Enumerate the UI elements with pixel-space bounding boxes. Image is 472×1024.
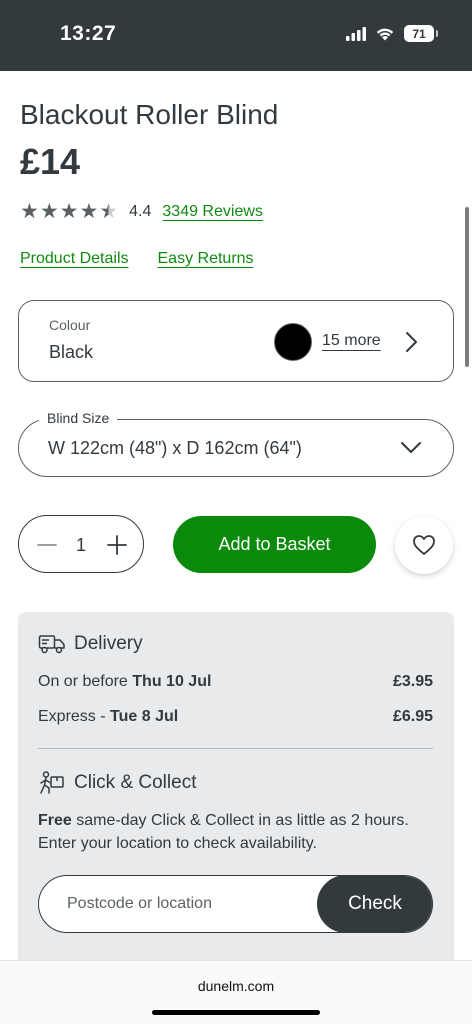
url-text[interactable]: dunelm.com: [0, 978, 472, 994]
delivery-option-price: £6.95: [392, 708, 433, 725]
product-details-link[interactable]: Product Details: [20, 250, 129, 268]
postcode-input[interactable]: [39, 876, 319, 931]
click-collect-description: Free same-day Click & Collect in as litt…: [38, 812, 409, 852]
chevron-down-icon: [401, 442, 421, 453]
product-price: £14: [20, 141, 81, 182]
blind-size-label: Blind Size: [39, 410, 118, 426]
divider: [38, 748, 433, 749]
colour-selector[interactable]: Colour Black 15 more: [18, 300, 454, 382]
battery-level: 71: [412, 26, 426, 41]
colour-swatch[interactable]: [274, 323, 312, 361]
rating-row: ★ ★ ★ ★ ★ 4.4 3349 Reviews: [20, 201, 263, 222]
delivery-heading: Delivery: [38, 633, 143, 655]
browser-url-bar[interactable]: dunelm.com: [0, 960, 472, 1024]
click-collect-title: Click & Collect: [74, 772, 197, 793]
rating-value: 4.4: [129, 202, 152, 220]
colour-value: Black: [49, 342, 94, 362]
easy-returns-link[interactable]: Easy Returns: [158, 250, 254, 268]
chevron-right-icon: [406, 332, 417, 352]
wifi-icon: [376, 28, 394, 41]
colour-label: Colour: [49, 317, 91, 333]
delivery-option-standard: On or before Thu 10 Jul £3.95: [38, 673, 433, 691]
delivery-option-express: Express - Tue 8 Jul £6.95: [38, 708, 433, 726]
home-indicator[interactable]: [152, 1010, 320, 1015]
plus-icon[interactable]: [106, 534, 128, 556]
click-collect-icon: [40, 771, 64, 794]
star-full-icon: ★: [20, 200, 39, 223]
blind-size-select[interactable]: Blind Size W 122cm (48") x D 162cm (64"): [18, 410, 454, 477]
product-links: Product Details Easy Returns: [20, 250, 254, 268]
delivery-panel: Delivery On or before Thu 10 Jul £3.95 E…: [18, 612, 454, 992]
signal-icon: [346, 26, 366, 41]
status-time: 13:27: [60, 22, 117, 45]
more-colours-link[interactable]: 15 more: [322, 332, 381, 350]
click-collect-heading: Click & Collect: [38, 771, 196, 795]
quantity-stepper: 1: [18, 515, 144, 573]
delivery-option-price: £3.95: [392, 673, 433, 690]
status-icons: 71: [346, 25, 438, 42]
delivery-van-icon: [38, 635, 65, 654]
blind-size-value: W 122cm (48") x D 162cm (64"): [48, 438, 302, 458]
heart-icon: [413, 535, 435, 555]
status-bar: 13:27 71: [0, 0, 472, 71]
minus-icon[interactable]: [37, 536, 57, 554]
add-to-basket-button[interactable]: Add to Basket: [173, 516, 376, 573]
check-button[interactable]: Check: [317, 876, 432, 932]
battery-icon: 71: [404, 25, 438, 42]
wishlist-button[interactable]: [395, 516, 453, 574]
postcode-search: Check: [38, 875, 433, 933]
star-rating: ★ ★ ★ ★ ★: [20, 201, 118, 222]
scrollbar-thumb[interactable]: [465, 207, 469, 367]
delivery-option-label: On or before Thu 10 Jul: [38, 673, 212, 690]
delivery-option-label: Express - Tue 8 Jul: [38, 708, 179, 725]
star-full-icon: ★: [59, 200, 79, 223]
star-full-icon: ★: [39, 200, 59, 223]
star-half-icon: ★: [99, 200, 119, 223]
quantity-value[interactable]: 1: [76, 535, 86, 556]
delivery-title: Delivery: [74, 633, 143, 654]
reviews-link[interactable]: 3349 Reviews: [162, 203, 263, 221]
star-full-icon: ★: [79, 200, 99, 223]
product-title: Blackout Roller Blind: [20, 99, 279, 130]
